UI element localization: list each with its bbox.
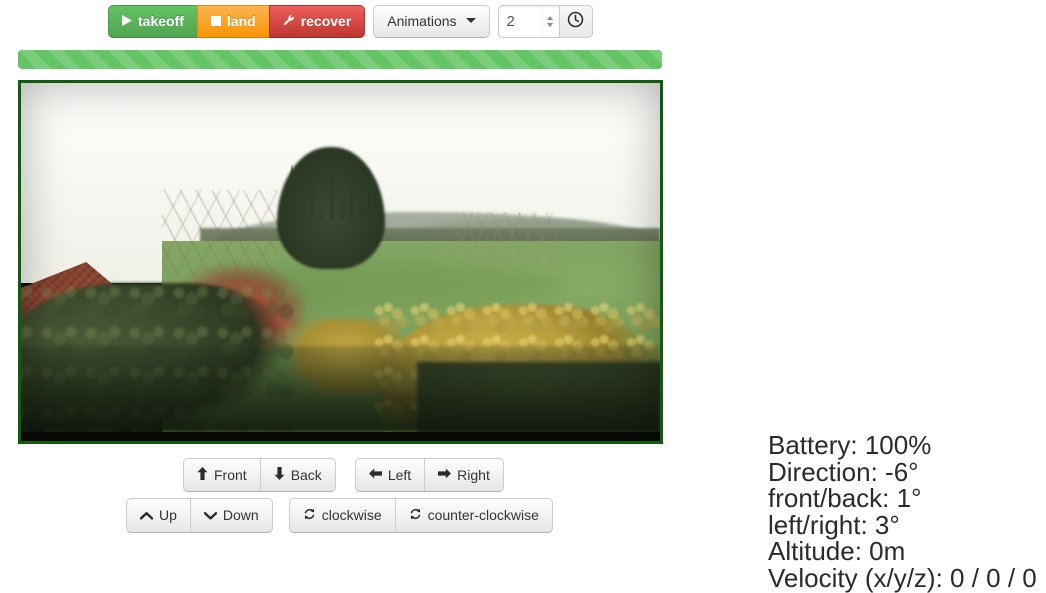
chevron-down-icon — [203, 509, 218, 522]
arrow-down-icon — [274, 467, 285, 482]
stop-icon — [210, 14, 221, 28]
takeoff-button[interactable]: takeoff — [108, 5, 198, 38]
animations-dropdown[interactable]: Animations — [373, 5, 490, 38]
rotation-group: clockwise counter-clockwise — [288, 498, 553, 533]
animation-count-stepper — [497, 5, 593, 38]
wrench-icon — [283, 14, 295, 28]
play-icon — [122, 14, 132, 28]
direction-status: Direction: -6° — [768, 456, 919, 487]
telemetry-panel: Battery: 100% Direction: -6° front/back:… — [768, 432, 1037, 591]
velocity-status: Velocity (x/y/z): 0 / 0 / 0 — [768, 562, 1037, 593]
progress-bar-fill — [18, 50, 662, 69]
clock-button[interactable] — [558, 5, 593, 38]
animations-label: Animations — [387, 13, 457, 29]
right-button[interactable]: Right — [424, 458, 504, 492]
animation-count-input[interactable] — [497, 5, 542, 38]
flight-action-group: takeoff land recover — [108, 5, 366, 38]
recover-label: recover — [300, 13, 352, 29]
right-label: Right — [457, 466, 490, 483]
down-button[interactable]: Down — [189, 498, 273, 533]
left-label: Left — [387, 466, 412, 483]
clockwise-label: clockwise — [321, 507, 382, 523]
altitude-status: Altitude: 0m — [768, 536, 906, 567]
clockwise-button[interactable]: clockwise — [288, 498, 396, 533]
refresh-ccw-icon — [409, 507, 422, 523]
battery-status: Battery: 100% — [768, 430, 932, 460]
up-button[interactable]: Up — [126, 498, 191, 533]
recover-button[interactable]: recover — [268, 5, 366, 38]
refresh-cw-icon — [303, 507, 316, 523]
chevron-down-icon — [465, 18, 476, 23]
strafe-group: Left Right — [354, 458, 504, 492]
drone-video-feed[interactable] — [18, 80, 663, 444]
horizontal-controls-row: Front Back Left Right — [183, 458, 504, 492]
stepper-down-icon[interactable] — [547, 23, 554, 27]
stepper-up-icon[interactable] — [547, 16, 554, 20]
video-canvas — [21, 83, 660, 441]
land-button[interactable]: land — [196, 5, 270, 38]
left-right-status: left/right: 3° — [768, 509, 900, 540]
arrow-up-icon — [197, 467, 208, 482]
front-back-status: front/back: 1° — [768, 483, 922, 514]
main-toolbar: takeoff land recover Animations — [108, 5, 593, 38]
counter-clockwise-button[interactable]: counter-clockwise — [394, 498, 553, 533]
video-vignette — [21, 83, 660, 441]
battery-progress-bar — [18, 50, 662, 69]
front-button[interactable]: Front — [183, 458, 261, 492]
counter-clockwise-label: counter-clockwise — [427, 507, 539, 523]
left-button[interactable]: Left — [354, 458, 426, 492]
back-button[interactable]: Back — [259, 458, 336, 492]
vertical-rotation-controls-row: Up Down clockwise counter-clockwise — [126, 498, 553, 533]
arrow-left-icon — [368, 468, 382, 481]
back-label: Back — [290, 466, 322, 483]
clock-icon — [567, 11, 584, 33]
arrow-right-icon — [438, 468, 452, 481]
altitude-group: Up Down — [126, 498, 273, 533]
animations-group: Animations — [373, 5, 490, 38]
chevron-up-icon — [139, 509, 154, 522]
translate-group: Front Back — [183, 458, 336, 492]
front-label: Front — [214, 466, 247, 483]
down-label: Down — [222, 507, 259, 523]
land-label: land — [226, 13, 256, 29]
up-label: Up — [159, 507, 177, 523]
stepper-arrows[interactable] — [541, 5, 559, 38]
takeoff-label: takeoff — [138, 13, 184, 29]
